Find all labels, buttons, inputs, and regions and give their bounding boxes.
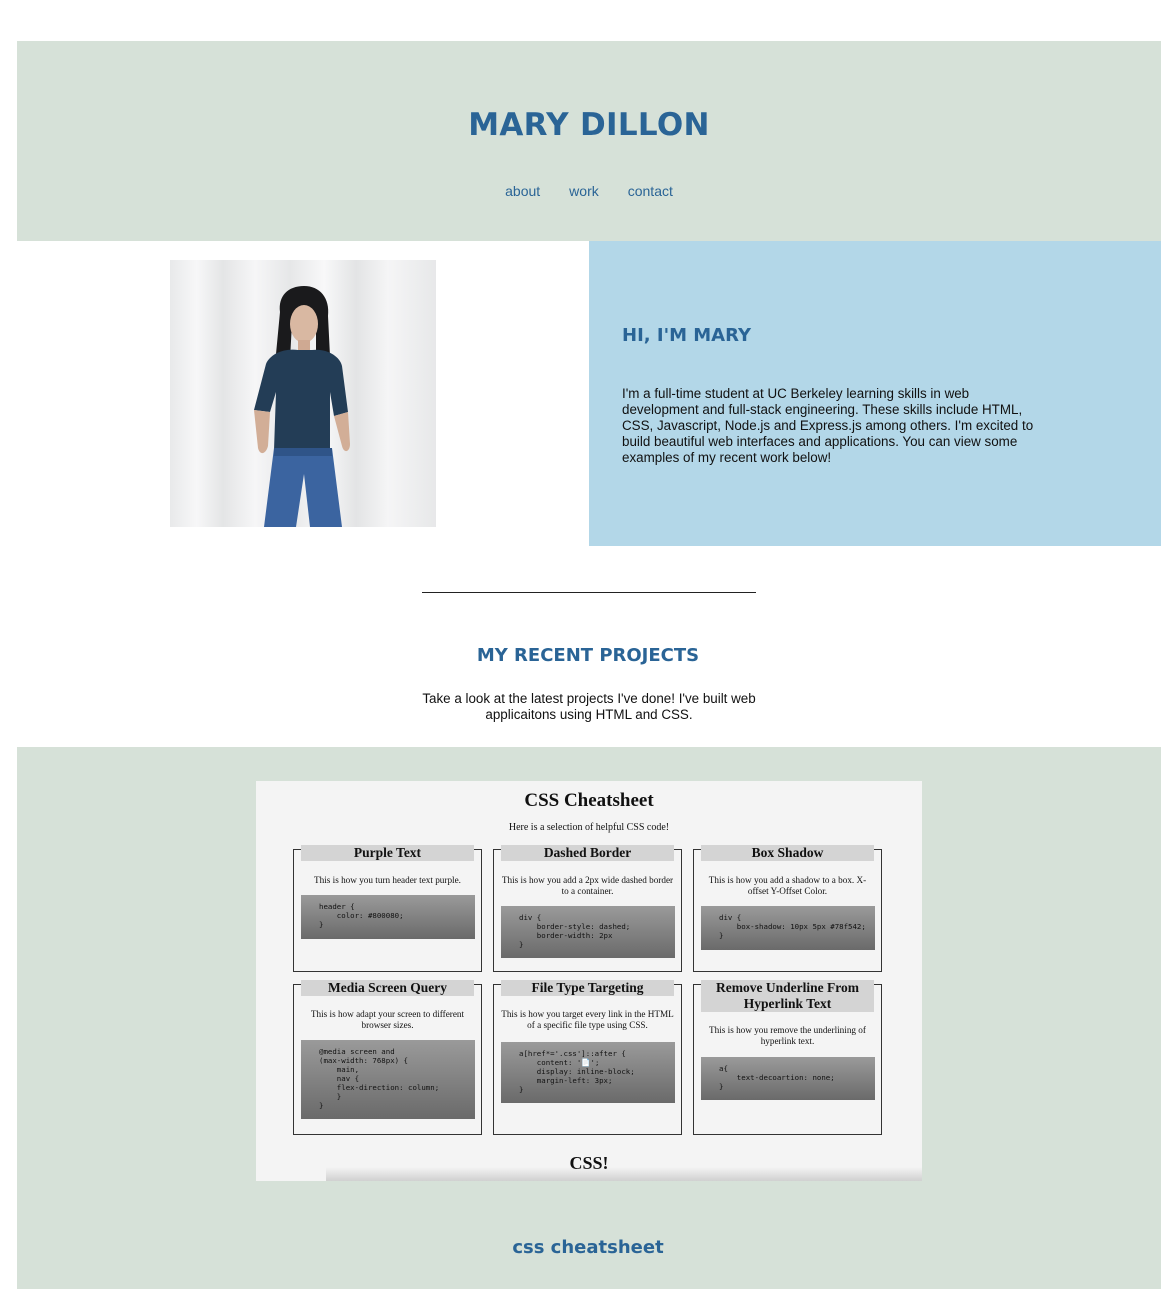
project-screenshot-css-cheatsheet[interactable]: CSS Cheatsheet Here is a selection of he…: [256, 781, 922, 1181]
card-title: Dashed Border: [501, 845, 674, 861]
card-code: a[href*='.css']::after { content: '📄'; d…: [501, 1042, 675, 1103]
nav-link-about[interactable]: about: [505, 183, 540, 199]
card-title: File Type Targeting: [501, 980, 674, 996]
cheatsheet-card: Remove Underline From Hyperlink Text Thi…: [693, 980, 882, 1135]
about-section: HI, I'M MARY I'm a full-time student at …: [589, 241, 1161, 546]
card-title: Remove Underline From Hyperlink Text: [701, 980, 874, 1012]
site-title: MARY DILLON: [468, 107, 710, 143]
section-divider: [422, 592, 756, 593]
nav-link-work[interactable]: work: [569, 183, 599, 199]
card-code: div { border-style: dashed; border-width…: [501, 906, 675, 958]
portrait-illustration: [254, 286, 350, 527]
profile-photo: [170, 260, 436, 527]
card-description: This is how adapt your screen to differe…: [310, 1009, 465, 1030]
card-code: a{ text-decoartion: none; }: [701, 1057, 875, 1100]
cheatsheet-title: CSS Cheatsheet: [524, 790, 654, 811]
card-code: div { box-shadow: 10px 5px #78f542; }: [701, 906, 875, 950]
cheatsheet-card: Box Shadow This is how you add a shadow …: [693, 845, 882, 972]
card-code: @media screen and (max-width: 768px) { m…: [301, 1040, 475, 1119]
projects-intro-text: Take a look at the latest projects I've …: [422, 691, 756, 722]
card-title: Box Shadow: [701, 845, 874, 861]
site-header: MARY DILLON about work contact: [17, 41, 1161, 241]
card-title: Purple Text: [301, 845, 474, 861]
cheatsheet-card: Dashed Border This is how you add a 2px …: [493, 845, 682, 972]
card-code: header { color: #800080; }: [301, 895, 475, 939]
cheatsheet-card: Media Screen Query This is how adapt you…: [293, 980, 482, 1135]
cheatsheet-card: Purple Text This is how you turn header …: [293, 845, 482, 972]
main-nav: about work contact: [17, 183, 1161, 199]
cheatsheet-subtitle: Here is a selection of helpful CSS code!: [508, 822, 670, 833]
projects-heading: MY RECENT PROJECTS: [476, 645, 700, 666]
card-description: This is how you add a shadow to a box. X…: [708, 875, 867, 896]
project-link-css-cheatsheet[interactable]: css cheatsheet: [0, 1237, 1176, 1258]
card-description: This is how you target every link in the…: [501, 1009, 674, 1030]
screenshot-shadow: [326, 1167, 922, 1181]
nav-link-contact[interactable]: contact: [628, 183, 673, 199]
about-text: I'm a full-time student at UC Berkeley l…: [622, 386, 1034, 465]
card-description: This is how you add a 2px wide dashed bo…: [501, 875, 674, 896]
card-description: This is how you turn header text purple.: [314, 875, 461, 885]
card-title: Media Screen Query: [301, 980, 474, 996]
about-heading: HI, I'M MARY: [622, 325, 752, 346]
card-description: This is how you remove the underlining o…: [709, 1025, 866, 1046]
cheatsheet-card: File Type Targeting This is how you targ…: [493, 980, 682, 1135]
